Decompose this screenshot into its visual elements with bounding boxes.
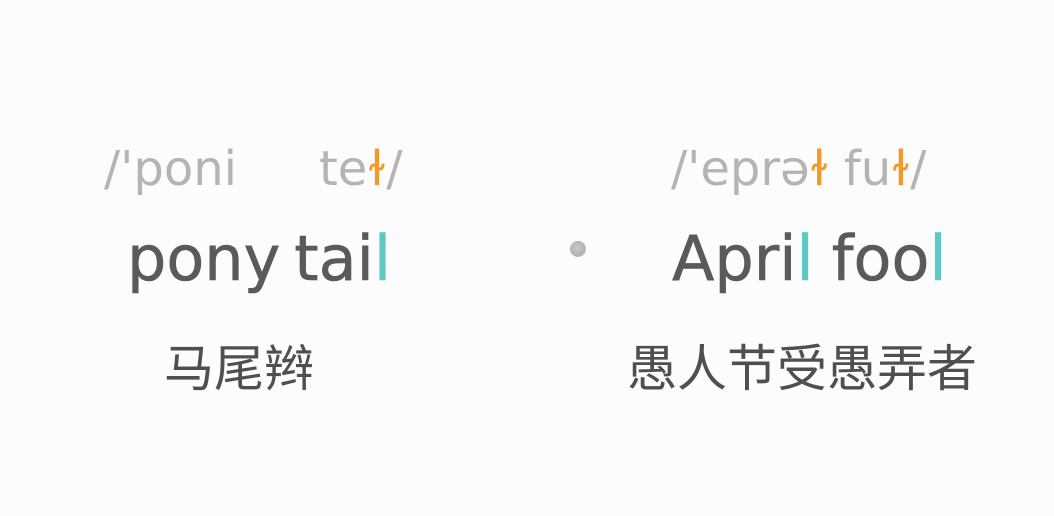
left-phonetic-part2: te — [318, 141, 368, 197]
right-word-second-highlight: l — [929, 222, 947, 295]
left-word-first: pony — [127, 222, 281, 295]
center-dot — [570, 241, 586, 257]
left-phonetic-highlight: ɫ — [367, 141, 387, 197]
right-phonetic-highlight-1: ɫ — [809, 141, 829, 197]
right-phonetic-part2: fu — [828, 141, 892, 197]
right-meaning: 愚人节受愚弄者 — [627, 340, 977, 398]
right-phonetic: /'eprəɫ fuɫ/ — [671, 145, 926, 193]
right-word-second: foo — [831, 222, 930, 295]
left-phonetic-end: / — [386, 141, 403, 197]
left-word: pony tail — [127, 227, 392, 290]
left-phonetic-part1: /'poni — [104, 141, 237, 197]
right-word-first: Apri — [672, 222, 797, 295]
left-phonetic: /'poni teɫ/ — [104, 145, 402, 193]
right-word-first-highlight: l — [796, 222, 814, 295]
left-word-second: tai — [294, 222, 374, 295]
right-phonetic-part1: /'eprə — [671, 141, 810, 197]
right-word: April fool — [672, 227, 947, 290]
right-phonetic-end: / — [910, 141, 927, 197]
right-phonetic-highlight-2: ɫ — [891, 141, 911, 197]
left-meaning: 马尾辫 — [164, 340, 314, 398]
left-word-highlight: l — [373, 222, 392, 295]
